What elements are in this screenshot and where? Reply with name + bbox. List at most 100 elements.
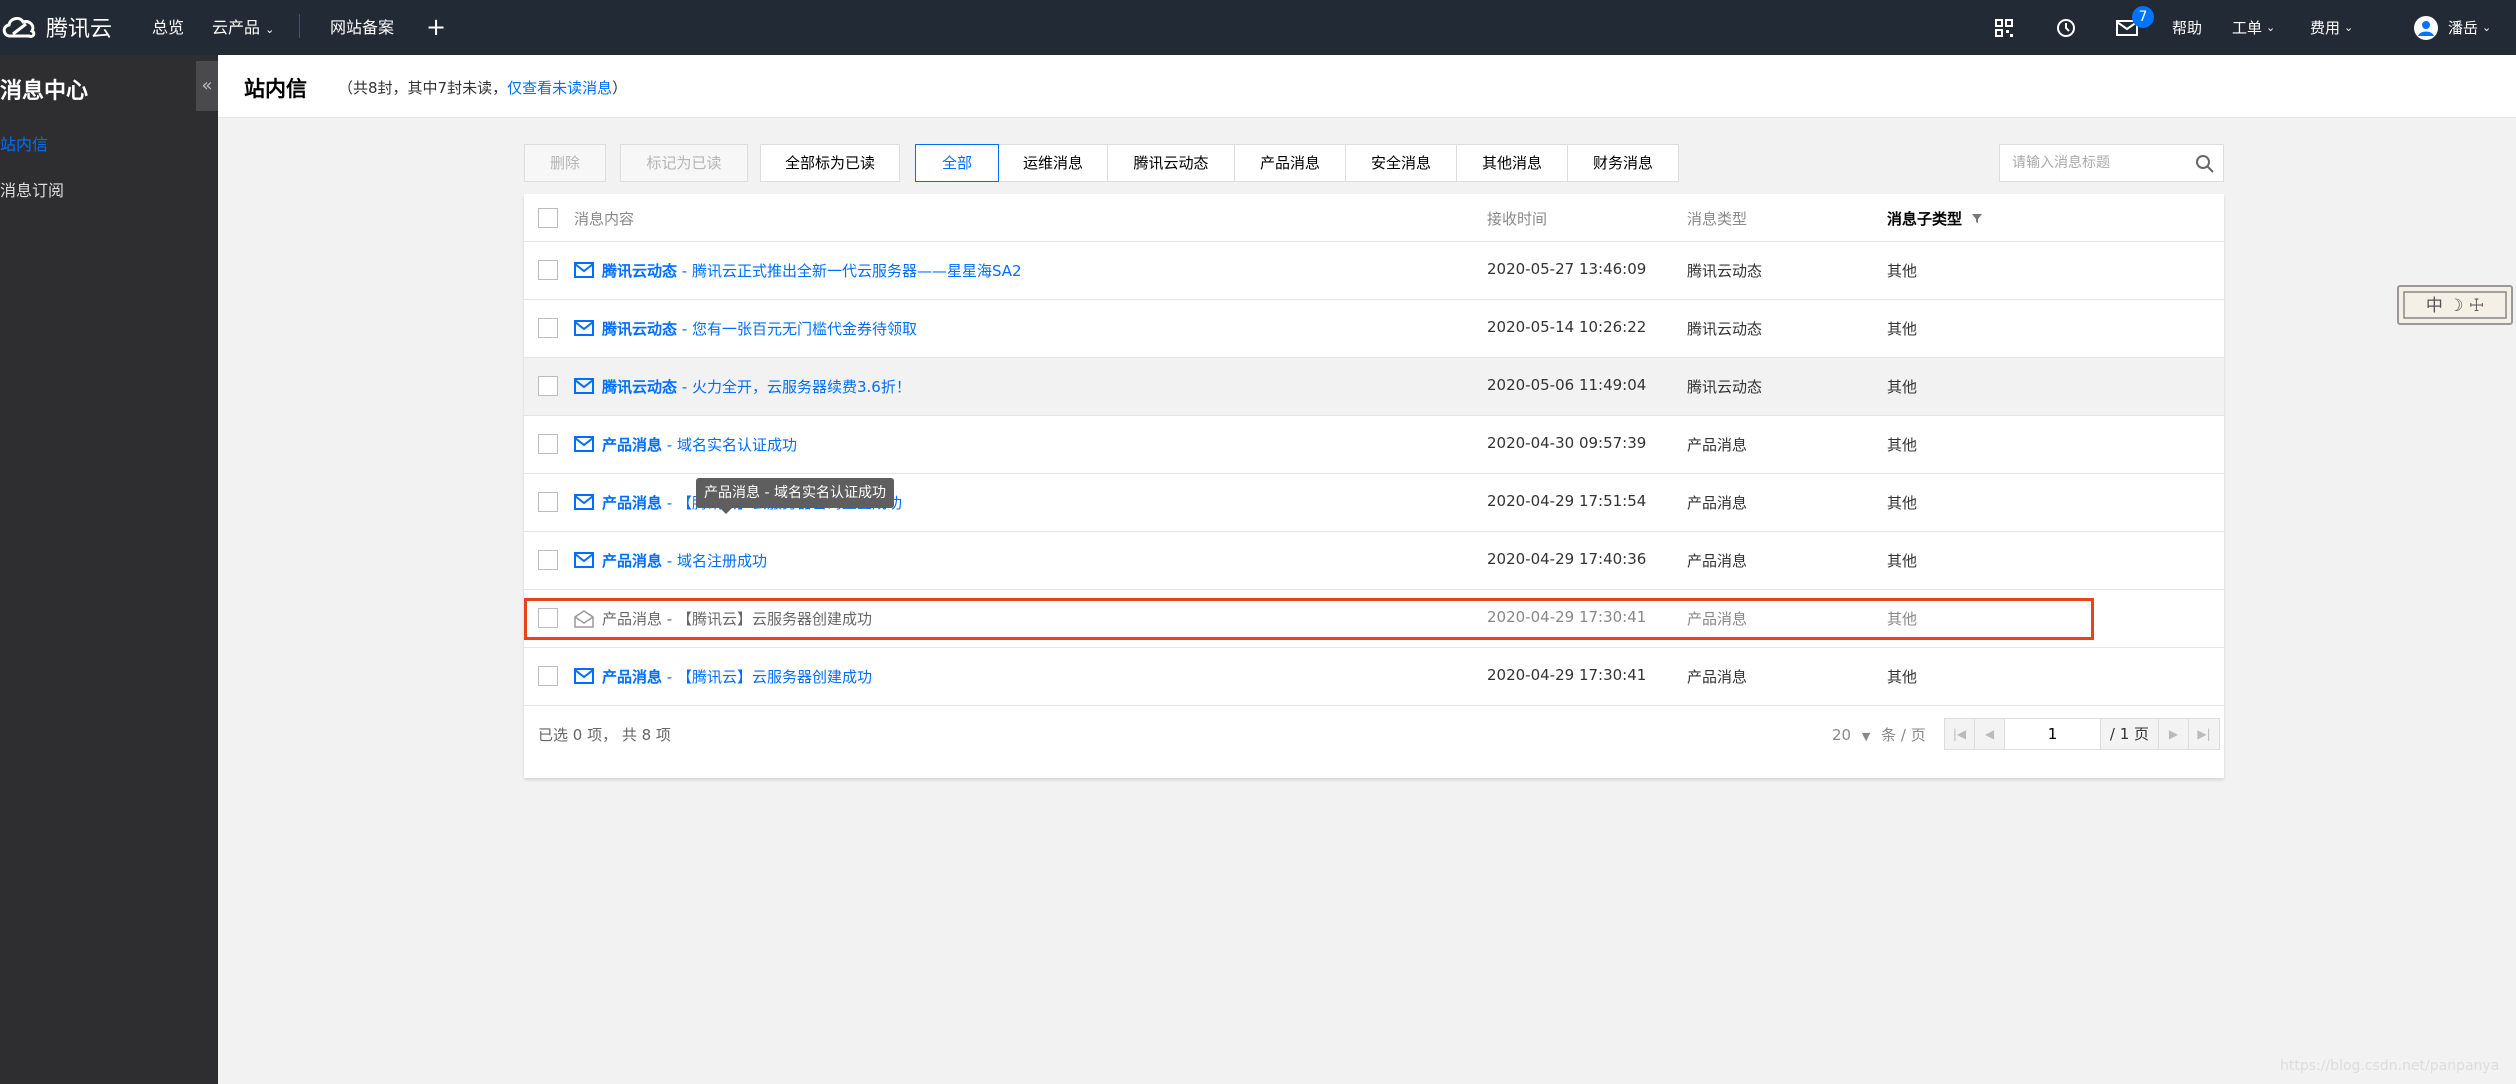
delete-button[interactable]: 删除 bbox=[524, 144, 606, 182]
page-summary: （共8封，其中7封未读，仅查看未读消息） bbox=[338, 77, 627, 98]
watermark-text: https://blog.csdn.net/panpanya bbox=[2280, 1058, 2500, 1074]
unread-mail-icon bbox=[574, 262, 594, 278]
search-icon[interactable] bbox=[2195, 154, 2215, 174]
unread-mail-icon bbox=[574, 668, 594, 684]
tab-ops[interactable]: 运维消息 bbox=[998, 144, 1108, 182]
ime-status: 中 ☽ ☩ bbox=[2426, 296, 2484, 316]
billing-menu[interactable]: 费用 ⌄ bbox=[2310, 0, 2353, 55]
user-menu[interactable]: 潘岳 ⌄ bbox=[2414, 0, 2491, 55]
message-link[interactable]: 产品消息 - 域名实名认证成功 bbox=[602, 434, 797, 455]
sidebar-item-inbox[interactable]: 站内信 bbox=[0, 131, 48, 155]
sidebar-item-subscription[interactable]: 消息订阅 bbox=[0, 177, 64, 201]
tencent-cloud-logo[interactable]: 腾讯云 bbox=[0, 10, 112, 44]
table-row[interactable]: 腾讯云动态 - 您有一张百元无门槛代金券待领取 2020-05-14 10:26… bbox=[524, 300, 2224, 358]
message-type: 产品消息 bbox=[1687, 552, 1748, 570]
row-checkbox[interactable] bbox=[538, 492, 558, 512]
sidebar: 消息中心 « 站内信 消息订阅 bbox=[0, 55, 218, 1084]
qrcode-icon[interactable] bbox=[1994, 0, 2014, 55]
ticket-menu[interactable]: 工单 ⌄ bbox=[2232, 0, 2275, 55]
first-page-icon[interactable]: |◀ bbox=[1945, 719, 1975, 749]
message-category: 产品消息 bbox=[602, 436, 663, 454]
user-name: 潘岳 bbox=[2448, 19, 2479, 37]
message-subtype: 其他 bbox=[1887, 552, 1918, 570]
message-category: 产品消息 bbox=[602, 552, 663, 570]
message-category: 腾讯云动态 bbox=[602, 262, 678, 280]
table-row[interactable]: 产品消息 - 域名注册成功 2020-04-29 17:40:36 产品消息 其… bbox=[524, 532, 2224, 590]
row-checkbox[interactable] bbox=[538, 260, 558, 280]
received-time: 2020-05-14 10:26:22 bbox=[1487, 318, 1647, 336]
unread-mail-icon bbox=[574, 552, 594, 568]
add-shortcut-icon[interactable]: + bbox=[426, 0, 446, 55]
row-checkbox[interactable] bbox=[538, 434, 558, 454]
message-title: - 域名注册成功 bbox=[662, 552, 767, 570]
header-subtype[interactable]: 消息子类型 bbox=[1887, 208, 1983, 229]
received-time: 2020-05-27 13:46:09 bbox=[1487, 260, 1647, 278]
tab-finance[interactable]: 财务消息 bbox=[1567, 144, 1679, 182]
last-page-icon[interactable]: ▶| bbox=[2189, 719, 2219, 749]
top-navbar: 腾讯云 总览 云产品 ⌄ 网站备案 + 7 帮助 工单 ⌄ 费用 ⌄ 潘岳 ⌄ bbox=[0, 0, 2516, 55]
page-size-select[interactable]: 20 ▼ 条 / 页 bbox=[1832, 724, 1926, 745]
mark-all-read-button[interactable]: 全部标为已读 bbox=[760, 144, 900, 182]
table-row[interactable]: 产品消息 - 【腾讯云】云服务器创建成功 2020-04-29 17:30:41… bbox=[524, 648, 2224, 706]
clock-icon[interactable] bbox=[2056, 0, 2076, 55]
tab-all[interactable]: 全部 bbox=[915, 144, 999, 182]
help-link[interactable]: 帮助 bbox=[2172, 0, 2202, 55]
message-title: - 腾讯云正式推出全新一代云服务器——星星海SA2 bbox=[677, 262, 1022, 280]
tab-security[interactable]: 安全消息 bbox=[1345, 144, 1457, 182]
page-number-input[interactable] bbox=[2005, 719, 2101, 749]
nav-cloud-products[interactable]: 云产品 ⌄ bbox=[212, 0, 274, 55]
page-size-value: 20 bbox=[1832, 726, 1852, 744]
nav-overview[interactable]: 总览 bbox=[152, 0, 184, 55]
table-row[interactable]: 产品消息 - 域名实名认证成功 2020-04-30 09:57:39 产品消息… bbox=[524, 416, 2224, 474]
row-checkbox[interactable] bbox=[538, 376, 558, 396]
page-title: 站内信 bbox=[244, 77, 307, 101]
chevron-down-icon: ⌄ bbox=[2266, 21, 2276, 34]
sidebar-title: 消息中心 bbox=[0, 79, 89, 104]
table-header: 消息内容 接收时间 消息类型 消息子类型 bbox=[524, 194, 2224, 242]
table-row[interactable]: 腾讯云动态 - 腾讯云正式推出全新一代云服务器——星星海SA2 2020-05-… bbox=[524, 242, 2224, 300]
tab-cloud-news[interactable]: 腾讯云动态 bbox=[1107, 144, 1235, 182]
header-type: 消息类型 bbox=[1687, 210, 1748, 228]
received-time: 2020-04-29 17:40:36 bbox=[1487, 550, 1647, 568]
message-subtype: 其他 bbox=[1887, 668, 1918, 686]
tab-other[interactable]: 其他消息 bbox=[1456, 144, 1568, 182]
select-all-checkbox[interactable] bbox=[538, 208, 558, 228]
received-time: 2020-04-30 09:57:39 bbox=[1487, 434, 1647, 452]
message-category: 产品消息 bbox=[602, 668, 663, 686]
unread-only-link[interactable]: 仅查看未读消息 bbox=[507, 79, 612, 97]
message-link[interactable]: 腾讯云动态 - 您有一张百元无门槛代金券待领取 bbox=[602, 318, 917, 339]
table-row[interactable]: 腾讯云动态 - 火力全开，云服务器续费3.6折！ 2020-05-06 11:4… bbox=[524, 358, 2224, 416]
message-link[interactable]: 腾讯云动态 - 火力全开，云服务器续费3.6折！ bbox=[602, 376, 911, 397]
unread-mail-icon bbox=[574, 378, 594, 394]
row-checkbox[interactable] bbox=[538, 550, 558, 570]
message-subtype: 其他 bbox=[1887, 262, 1918, 280]
message-link[interactable]: 产品消息 - 【腾讯云】云服务器创建成功 bbox=[602, 666, 872, 687]
message-title: - 域名实名认证成功 bbox=[662, 436, 797, 454]
nav-icp-filing[interactable]: 网站备案 bbox=[330, 0, 394, 55]
message-type: 产品消息 bbox=[1687, 494, 1748, 512]
message-type: 产品消息 bbox=[1687, 436, 1748, 454]
row-checkbox[interactable] bbox=[538, 666, 558, 686]
ime-toolbar[interactable]: 中 ☽ ☩ bbox=[2394, 280, 2516, 330]
message-title: - 【腾讯云】云服务器创建成功 bbox=[662, 668, 872, 686]
message-type: 腾讯云动态 bbox=[1687, 320, 1763, 338]
filter-icon[interactable] bbox=[1971, 212, 1983, 224]
cloud-logo-icon bbox=[2, 16, 36, 38]
tab-product[interactable]: 产品消息 bbox=[1234, 144, 1346, 182]
mark-read-button[interactable]: 标记为已读 bbox=[620, 144, 748, 182]
billing-label: 费用 bbox=[2310, 19, 2341, 37]
collapse-sidebar-button[interactable]: « bbox=[196, 61, 218, 111]
message-type: 腾讯云动态 bbox=[1687, 378, 1763, 396]
next-page-icon[interactable]: ▶ bbox=[2159, 719, 2189, 749]
row-checkbox[interactable] bbox=[538, 318, 558, 338]
message-category: 腾讯云动态 bbox=[602, 378, 678, 396]
prev-page-icon[interactable]: ◀ bbox=[1975, 719, 2005, 749]
message-subtype: 其他 bbox=[1887, 378, 1918, 396]
search-input[interactable] bbox=[2012, 145, 2192, 181]
avatar-icon bbox=[2414, 15, 2438, 40]
message-link[interactable]: 腾讯云动态 - 腾讯云正式推出全新一代云服务器——星星海SA2 bbox=[602, 260, 1022, 281]
message-link[interactable]: 产品消息 - 域名注册成功 bbox=[602, 550, 767, 571]
unread-badge: 7 bbox=[2132, 6, 2154, 28]
page-header: 站内信 （共8封，其中7封未读，仅查看未读消息） bbox=[218, 55, 2516, 118]
caret-down-icon: ▼ bbox=[1861, 730, 1871, 743]
